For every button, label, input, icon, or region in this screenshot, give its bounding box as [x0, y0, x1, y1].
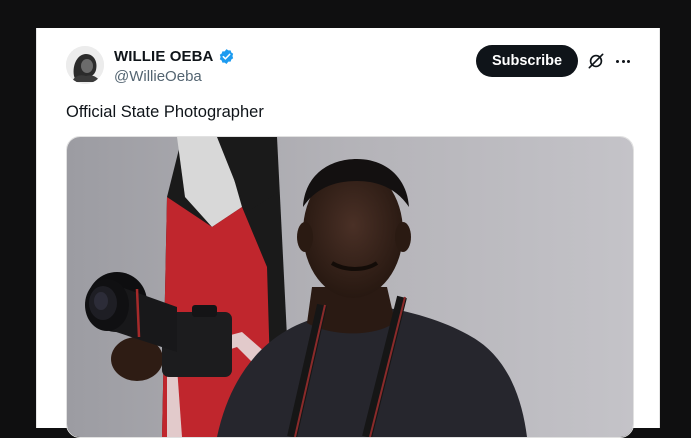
- author-display-name[interactable]: WILLIE OEBA: [114, 48, 213, 65]
- avatar[interactable]: [66, 46, 104, 84]
- author-handle[interactable]: @WillieOeba: [114, 68, 202, 85]
- post-media-photo[interactable]: [66, 136, 634, 438]
- subscribe-button[interactable]: Subscribe: [476, 45, 578, 77]
- post-text: Official State Photographer: [66, 103, 264, 121]
- photo-image: [67, 137, 633, 437]
- post-card: WILLIE OEBA @WillieOeba Subscribe Offici…: [36, 28, 660, 438]
- author-name-row: WILLIE OEBA: [114, 48, 235, 65]
- grok-icon[interactable]: [586, 51, 606, 71]
- verified-badge-icon: [220, 49, 234, 64]
- avatar-portrait-image: [66, 46, 104, 84]
- more-options-icon[interactable]: [612, 50, 634, 72]
